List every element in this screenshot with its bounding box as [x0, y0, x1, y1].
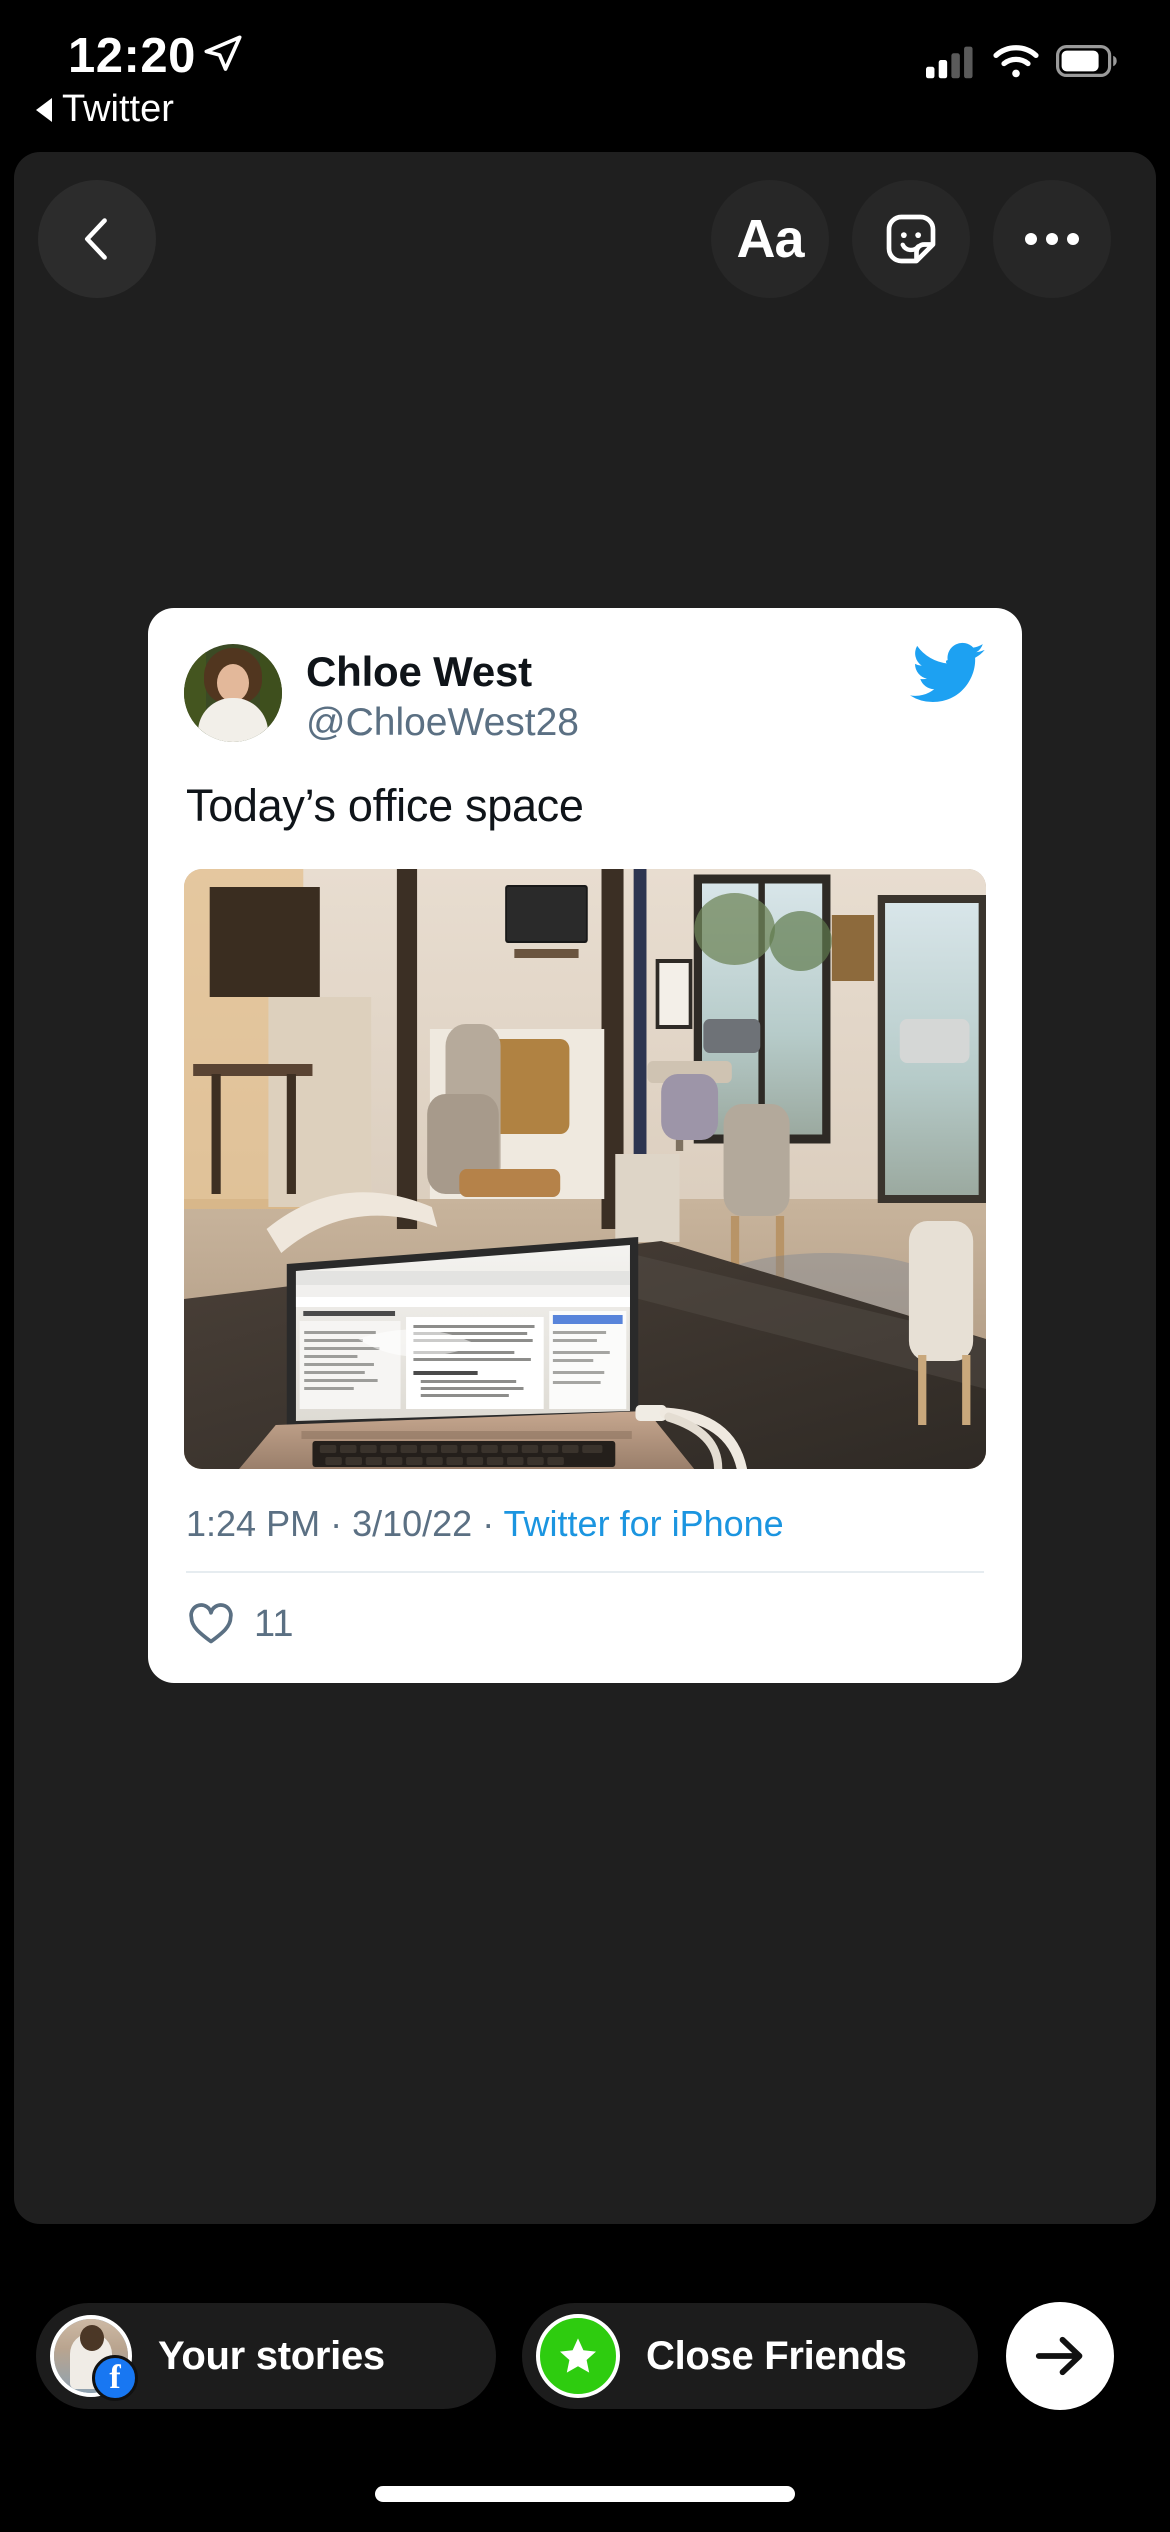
tweet-author: Chloe West @ChloeWest28 [306, 644, 579, 747]
tweet-stats: 11 [148, 1573, 1022, 1683]
author-display-name: Chloe West [306, 648, 532, 695]
story-canvas: Aa Chloe West @ChloeWest28 Today’s offic… [14, 152, 1156, 2224]
back-to-app-link[interactable]: Twitter [36, 88, 174, 131]
text-tool-label: Aa [736, 209, 804, 269]
back-app-label: Twitter [62, 88, 174, 130]
wifi-icon [993, 45, 1039, 78]
your-stories-label: Your stories [158, 2333, 385, 2378]
tweet-card[interactable]: Chloe West @ChloeWest28 Today’s office s… [148, 608, 1022, 1684]
tweet-photo[interactable] [184, 869, 986, 1470]
tweet-date: 3/10/22 [352, 1503, 473, 1545]
phone-screen: 12:20 Twitter Aa Chloe West @ChloeWest28… [0, 0, 1170, 2532]
close-friends-label: Close Friends [646, 2333, 907, 2378]
your-stories-avatar: f [50, 2315, 138, 2401]
status-time: 12:20 [68, 29, 196, 83]
office-space-photo [184, 869, 986, 1470]
tweet-time: 1:24 PM [186, 1503, 321, 1545]
home-indicator [375, 2486, 795, 2502]
author-handle: @ChloeWest28 [306, 701, 579, 745]
green-star-icon [536, 2314, 620, 2398]
tweet-text: Today’s office space [186, 779, 584, 831]
back-chevron-icon [84, 218, 107, 260]
status-bar: 12:20 Twitter [0, 0, 1170, 150]
facebook-badge-icon: f [92, 2355, 138, 2401]
more-options-icon [1025, 233, 1079, 245]
meta-separator-1: · [320, 1503, 353, 1545]
sticker-button[interactable] [852, 180, 970, 298]
location-arrow-icon [203, 34, 243, 79]
your-stories-button[interactable]: f Your stories [36, 2303, 496, 2409]
more-options-button[interactable] [993, 180, 1111, 298]
like-count: 11 [254, 1602, 294, 1645]
cellular-signal-icon [926, 46, 973, 79]
battery-icon [1056, 45, 1117, 77]
story-toolbar: Aa [14, 152, 1156, 332]
close-friends-button[interactable]: Close Friends [522, 2303, 978, 2409]
tweet-source-link[interactable]: Twitter for iPhone [504, 1503, 784, 1544]
twitter-bird-icon [910, 642, 986, 711]
back-triangle-icon [36, 97, 52, 122]
sticker-icon [886, 214, 936, 264]
heart-outline-icon[interactable] [186, 1599, 236, 1649]
send-button[interactable] [1006, 2302, 1114, 2410]
text-tool-button[interactable]: Aa [711, 180, 829, 298]
share-bar: f Your stories Close Friends [0, 2292, 1170, 2420]
tweet-meta: 1:24 PM · 3/10/22 · Twitter for iPhone [148, 1469, 1022, 1545]
tweet-header: Chloe West @ChloeWest28 [148, 608, 1022, 747]
back-button[interactable] [38, 180, 156, 298]
meta-separator-2: · [472, 1503, 504, 1545]
send-arrow-icon [1035, 2336, 1083, 2376]
status-indicators [926, 43, 1118, 79]
avatar [184, 644, 282, 742]
